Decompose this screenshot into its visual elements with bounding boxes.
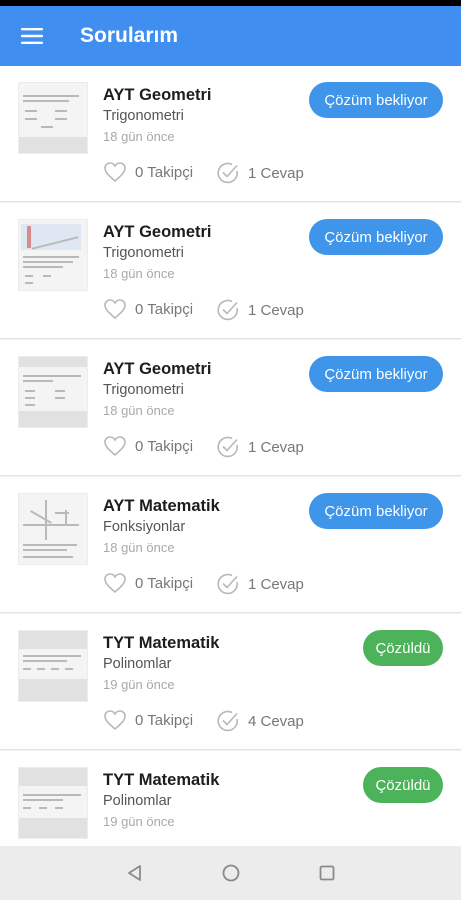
follower-count: 0 Takipçi [135, 711, 194, 729]
answers-button[interactable]: 1 Cevap [216, 298, 304, 322]
question-thumbnail[interactable] [18, 219, 88, 291]
topic-label: Trigonometri [103, 382, 184, 398]
follower-count: 0 Takipçi [135, 437, 194, 455]
check-circle-icon [217, 436, 238, 458]
question-thumbnail[interactable] [18, 82, 88, 154]
date-label: 19 gün önce [103, 677, 175, 692]
exam-title: AYT Matematik [103, 497, 220, 515]
follow-button[interactable]: 0 Takipçi [103, 298, 193, 320]
date-label: 18 gün önce [103, 540, 175, 555]
check-circle-icon [217, 710, 238, 732]
page-title: Sorularım [80, 24, 179, 47]
answers-button[interactable]: 4 Cevap [216, 709, 304, 733]
check-circle-icon [217, 573, 238, 595]
topic-label: Polinomlar [103, 793, 172, 809]
exam-title: AYT Geometri [103, 360, 212, 378]
back-button[interactable] [122, 860, 148, 886]
status-badge[interactable]: Çözüldü [363, 767, 443, 803]
question-list[interactable]: AYT Geometri Trigonometri 18 gün önce Çö… [0, 66, 461, 846]
question-thumbnail[interactable] [18, 767, 88, 839]
question-thumbnail[interactable] [18, 630, 88, 702]
status-badge[interactable]: Çözüm bekliyor [309, 493, 443, 529]
exam-title: TYT Matematik [103, 771, 220, 789]
heart-icon [104, 573, 126, 594]
heart-icon [104, 299, 126, 320]
status-badge[interactable]: Çözüldü [363, 630, 443, 666]
follower-count: 0 Takipçi [135, 574, 194, 592]
answers-button[interactable]: 1 Cevap [216, 435, 304, 459]
heart-icon [104, 710, 126, 731]
exam-title: AYT Geometri [103, 223, 212, 241]
app-bar: Sorularım [0, 6, 461, 66]
follow-button[interactable]: 0 Takipçi [103, 572, 193, 594]
check-circle-icon [217, 299, 238, 321]
question-card[interactable]: TYT Matematik Polinomlar 19 gün önce Çöz… [0, 614, 461, 750]
answer-count: 1 Cevap [248, 575, 304, 593]
exam-title: AYT Geometri [103, 86, 212, 104]
menu-button[interactable] [0, 6, 64, 66]
exam-title: TYT Matematik [103, 634, 220, 652]
date-label: 19 gün önce [103, 814, 175, 829]
answer-count: 1 Cevap [248, 438, 304, 456]
follower-count: 0 Takipçi [135, 163, 194, 181]
question-thumbnail[interactable] [18, 356, 88, 428]
topic-label: Polinomlar [103, 656, 172, 672]
recents-button[interactable] [314, 860, 340, 886]
answers-button[interactable]: 1 Cevap [216, 572, 304, 596]
system-nav-bar [0, 846, 461, 900]
question-card[interactable]: AYT Matematik Fonksiyonlar 18 gün önce Ç… [0, 477, 461, 613]
status-badge[interactable]: Çözüm bekliyor [309, 82, 443, 118]
home-button[interactable] [218, 860, 244, 886]
question-card[interactable]: TYT Matematik Polinomlar 19 gün önce Çöz… [0, 751, 461, 846]
recents-square-icon [319, 865, 334, 881]
date-label: 18 gün önce [103, 266, 175, 281]
question-thumbnail[interactable] [18, 493, 88, 565]
heart-icon [104, 162, 126, 183]
question-card[interactable]: AYT Geometri Trigonometri 18 gün önce Çö… [0, 66, 461, 202]
status-badge[interactable]: Çözüm bekliyor [309, 356, 443, 392]
date-label: 18 gün önce [103, 129, 175, 144]
follow-button[interactable]: 0 Takipçi [103, 435, 193, 457]
hamburger-menu-icon [21, 28, 43, 44]
back-triangle-icon [127, 865, 141, 881]
follow-button[interactable]: 0 Takipçi [103, 161, 193, 183]
answer-count: 4 Cevap [248, 712, 304, 730]
home-circle-icon [222, 864, 239, 882]
topic-label: Fonksiyonlar [103, 519, 186, 535]
answer-count: 1 Cevap [248, 301, 304, 319]
question-card[interactable]: AYT Geometri Trigonometri 18 gün önce Çö… [0, 340, 461, 476]
status-badge[interactable]: Çözüm bekliyor [309, 219, 443, 255]
heart-icon [104, 436, 126, 457]
answers-button[interactable]: 1 Cevap [216, 161, 304, 185]
follower-count: 0 Takipçi [135, 300, 194, 318]
topic-label: Trigonometri [103, 245, 184, 261]
follow-button[interactable]: 0 Takipçi [103, 709, 193, 731]
check-circle-icon [217, 162, 238, 184]
question-card[interactable]: AYT Geometri Trigonometri 18 gün önce Çö… [0, 203, 461, 339]
answer-count: 1 Cevap [248, 164, 304, 182]
date-label: 18 gün önce [103, 403, 175, 418]
topic-label: Trigonometri [103, 108, 184, 124]
